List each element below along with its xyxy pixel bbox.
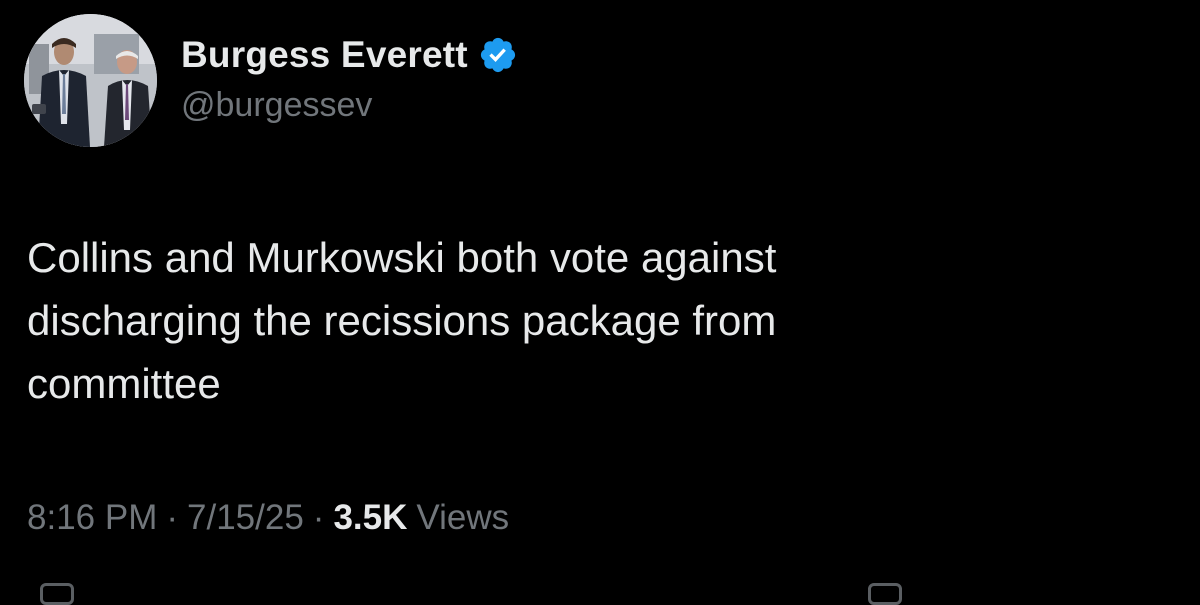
tweet-card: Burgess Everett @burgessev Collins and M… xyxy=(0,0,1200,605)
views-count[interactable]: 3.5K xyxy=(333,498,407,538)
tweet-date[interactable]: 7/15/25 xyxy=(187,498,304,538)
tweet-meta: 8:16 PM · 7/15/25 · 3.5K Views xyxy=(27,498,509,538)
avatar[interactable] xyxy=(24,14,157,147)
author-handle[interactable]: @burgessev xyxy=(181,86,372,125)
author-name-row[interactable]: Burgess Everett xyxy=(181,32,518,78)
tweet-time[interactable]: 8:16 PM xyxy=(27,498,157,538)
tweet-text-line: committee xyxy=(27,360,221,407)
bookmark-icon[interactable] xyxy=(868,583,902,605)
tweet-text: Collins and Murkowski both vote against … xyxy=(27,226,987,415)
meta-separator: · xyxy=(312,498,325,537)
meta-separator: · xyxy=(166,498,179,537)
avatar-photo xyxy=(24,14,157,147)
tweet-text-line: discharging the recissions package from xyxy=(27,297,777,344)
verified-badge-icon[interactable] xyxy=(478,35,518,75)
author-display-name[interactable]: Burgess Everett xyxy=(181,34,468,76)
tweet-text-line: Collins and Murkowski both vote against xyxy=(27,234,777,281)
views-label[interactable]: Views xyxy=(416,498,509,538)
reply-icon[interactable] xyxy=(40,583,74,605)
